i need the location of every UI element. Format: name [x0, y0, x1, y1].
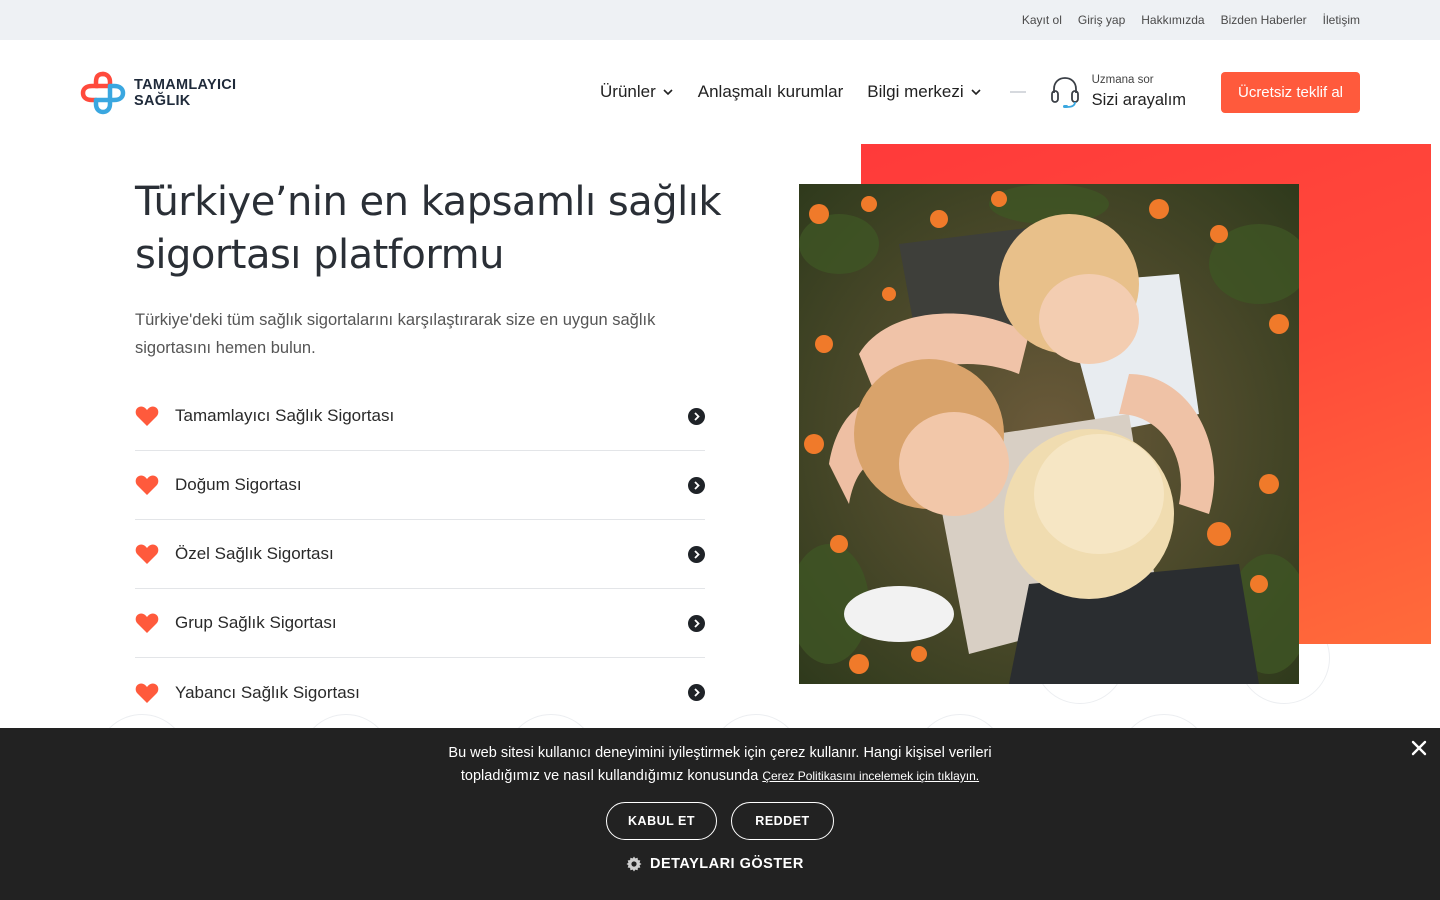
main-header: TAMAMLAYICI SAĞLIK Ürünler Anlaşmalı kur… — [0, 40, 1440, 144]
site-logo[interactable]: TAMAMLAYICI SAĞLIK — [80, 70, 250, 116]
nav-products-label: Ürünler — [600, 82, 656, 101]
logo-line2: SAĞLIK — [134, 93, 191, 109]
expert-text: Uzmana sor Sizi arayalım — [1092, 74, 1186, 110]
show-details-label: DETAYLARI GÖSTER — [650, 856, 804, 872]
register-link[interactable]: Kayıt ol — [1022, 13, 1062, 27]
children-photo-illustration — [799, 184, 1299, 684]
nav-products[interactable]: Ürünler — [600, 82, 674, 102]
heart-icon — [135, 682, 159, 703]
ask-expert-callback[interactable]: Uzmana sor Sizi arayalım — [1050, 74, 1186, 110]
arrow-right-circle-icon — [688, 476, 705, 494]
accept-cookies-button[interactable]: KABUL ET — [606, 802, 717, 840]
product-item[interactable]: Özel Sağlık Sigortası — [135, 520, 705, 589]
nav-knowledge-label: Bilgi merkezi — [867, 82, 964, 101]
chevron-down-icon — [663, 89, 673, 96]
hero-title: Türkiye’nin en kapsamlı sağlık sigortası… — [135, 179, 721, 278]
cookie-policy-link[interactable]: Çerez Politikasını incelemek için tıklay… — [762, 769, 979, 783]
logo-cross-icon — [80, 71, 126, 115]
product-item[interactable]: Tamamlayıcı Sağlık Sigortası — [135, 382, 705, 451]
product-list: Tamamlayıcı Sağlık Sigortası Doğum Sigor… — [135, 382, 705, 727]
cookie-message: Bu web sitesi kullanıcı deneyimini iyile… — [420, 742, 1020, 788]
show-details-toggle[interactable]: DETAYLARI GÖSTER — [626, 856, 804, 872]
heart-icon — [135, 406, 159, 426]
product-label: Yabancı Sağlık Sigortası — [175, 682, 360, 702]
nav-knowledge-center[interactable]: Bilgi merkezi — [867, 82, 981, 102]
arrow-right-circle-icon — [688, 407, 705, 425]
main-nav: Ürünler Anlaşmalı kurumlar Bilgi merkezi… — [600, 74, 1186, 110]
close-icon[interactable] — [1409, 738, 1429, 758]
expert-small-label: Uzmana sor — [1091, 74, 1154, 86]
arrow-right-circle-icon — [688, 614, 705, 632]
news-link[interactable]: Bizden Haberler — [1221, 13, 1307, 27]
hero-photo — [799, 184, 1299, 684]
product-label: Doğum Sigortası — [175, 475, 302, 494]
expert-callback-label: Sizi arayalım — [1091, 91, 1187, 109]
free-quote-button[interactable]: Ücretsiz teklif al — [1221, 72, 1360, 113]
cookie-text-line1: Bu web sitesi kullanıcı deneyimini iyile… — [448, 745, 992, 761]
reject-cookies-button[interactable]: REDDET — [731, 802, 834, 840]
top-utility-bar: Kayıt ol Giriş yap Hakkımızda Bizden Hab… — [0, 0, 1440, 40]
logo-line1: TAMAMLAYICI — [134, 77, 237, 93]
headset-icon — [1050, 77, 1079, 108]
cookie-buttons: KABUL ET REDDET — [606, 802, 834, 840]
heart-icon — [135, 544, 159, 564]
gear-icon — [626, 856, 642, 872]
product-label: Özel Sağlık Sigortası — [175, 544, 334, 563]
hero-subtitle: Türkiye'deki tüm sağlık sigortalarını ka… — [135, 311, 656, 357]
contact-link[interactable]: İletişim — [1323, 13, 1360, 27]
top-links: Kayıt ol Giriş yap Hakkımızda Bizden Hab… — [1022, 0, 1360, 40]
logo-text: TAMAMLAYICI SAĞLIK — [134, 77, 236, 109]
nav-partner-label: Anlaşmalı kurumlar — [697, 82, 844, 101]
about-link[interactable]: Hakkımızda — [1141, 13, 1204, 27]
cookie-consent-banner: Bu web sitesi kullanıcı deneyimini iyile… — [0, 728, 1440, 900]
product-item[interactable]: Grup Sağlık Sigortası — [135, 589, 705, 658]
nav-partner-institutions[interactable]: Anlaşmalı kurumlar — [698, 82, 844, 102]
heart-icon — [135, 613, 159, 633]
heart-icon — [135, 475, 159, 495]
product-item[interactable]: Doğum Sigortası — [135, 451, 705, 520]
product-item[interactable]: Yabancı Sağlık Sigortası — [135, 658, 705, 727]
product-label: Tamamlayıcı Sağlık Sigortası — [175, 406, 395, 425]
product-label: Grup Sağlık Sigortası — [175, 613, 337, 632]
login-link[interactable]: Giriş yap — [1078, 13, 1125, 27]
arrow-right-circle-icon — [688, 684, 705, 701]
nav-separator — [1009, 91, 1026, 93]
chevron-down-icon — [971, 89, 981, 96]
arrow-right-circle-icon — [688, 545, 705, 563]
cookie-text-line2: topladığımız ve nasıl kullandığımız konu… — [460, 768, 759, 784]
